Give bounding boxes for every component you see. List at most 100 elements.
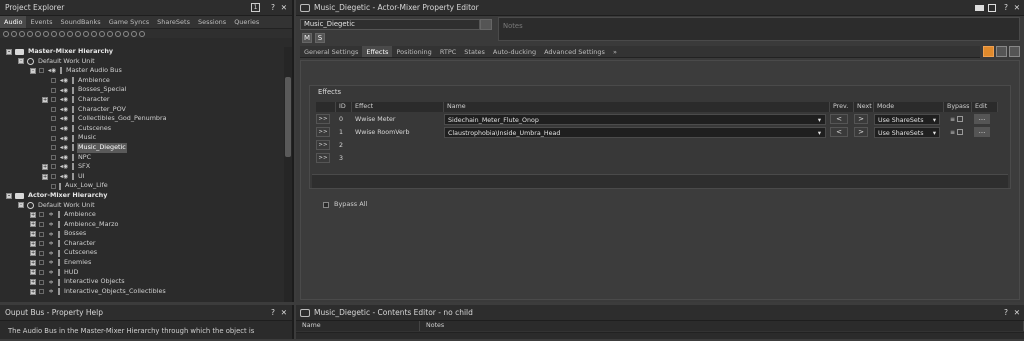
column-next[interactable]: Next: [854, 102, 874, 112]
checkbox[interactable]: [51, 106, 56, 112]
tree-item[interactable]: + ◂◉ UI: [6, 172, 283, 182]
notes-field[interactable]: Notes: [498, 17, 1020, 41]
tree-item[interactable]: - Actor-Mixer Hierarchy: [6, 191, 283, 201]
tree-item[interactable]: + ◂◉ Character: [6, 95, 283, 105]
help-icon[interactable]: ?: [1004, 305, 1008, 321]
tree-item[interactable]: + ≑ Cutscenes: [6, 248, 283, 258]
mode-select[interactable]: Use ShareSets ▾: [874, 126, 940, 138]
next-effect-button[interactable]: >: [854, 114, 868, 124]
expander-icon[interactable]: +: [30, 269, 36, 276]
column-notes[interactable]: Notes: [420, 321, 1024, 331]
checkbox[interactable]: [51, 116, 56, 122]
tab-effects[interactable]: Effects: [362, 46, 393, 57]
history-icon[interactable]: [300, 4, 310, 12]
help-icon[interactable]: ?: [1004, 0, 1008, 16]
tree-item[interactable]: ◂◉ NPC: [6, 153, 283, 163]
workunit-icon[interactable]: [11, 30, 17, 37]
prev-effect-button[interactable]: <: [830, 127, 848, 137]
tree-scrollbar[interactable]: [284, 47, 292, 302]
bypass-checkbox[interactable]: [957, 116, 964, 122]
tree-item[interactable]: + ≑ Ambience: [6, 210, 283, 220]
tree-item[interactable]: ◂◉ Ambience: [6, 76, 283, 86]
bypass-options-icon[interactable]: ≡: [950, 129, 955, 136]
tree-item[interactable]: - ◂◉ Master Audio Bus: [6, 66, 283, 76]
folder-icon[interactable]: [975, 5, 984, 11]
bypass-checkbox[interactable]: [957, 129, 964, 135]
checkbox[interactable]: [51, 183, 56, 189]
expand-effect-button[interactable]: >>: [316, 140, 330, 150]
bank-icon[interactable]: [75, 30, 81, 37]
music-icon[interactable]: [59, 30, 65, 37]
checkbox[interactable]: [39, 289, 44, 295]
tab-auto-ducking[interactable]: Auto-ducking: [489, 46, 540, 57]
switch-icon[interactable]: [83, 30, 89, 37]
checkbox[interactable]: [51, 164, 56, 170]
tree-item[interactable]: - Default Work Unit: [6, 57, 283, 67]
next-effect-button[interactable]: >: [854, 127, 868, 137]
checkbox[interactable]: [39, 231, 44, 237]
checkbox[interactable]: [51, 87, 56, 93]
expander-icon[interactable]: +: [30, 259, 36, 266]
bypass-toggle[interactable]: ≡: [944, 116, 970, 123]
tab-game-syncs[interactable]: Game Syncs: [105, 16, 153, 28]
tree-item[interactable]: + ≑ Interactive Objects: [6, 277, 283, 287]
tree-item[interactable]: + ≑ HUD: [6, 268, 283, 278]
tab-soundbanks[interactable]: SoundBanks: [57, 16, 105, 28]
dropdown-icon[interactable]: ▾: [818, 115, 821, 124]
checkbox[interactable]: [39, 241, 44, 247]
expander-icon[interactable]: +: [30, 221, 36, 228]
tree-item[interactable]: + ≑ Enemies: [6, 258, 283, 268]
layout-columns-icon[interactable]: [996, 46, 1007, 57]
checkbox[interactable]: [51, 126, 56, 132]
tree-item[interactable]: + ≑ Interactive_Objects_Collectibles: [6, 287, 283, 297]
bus-icon[interactable]: [19, 30, 25, 37]
expander-icon[interactable]: +: [30, 231, 36, 238]
query-icon[interactable]: [131, 30, 137, 37]
filter-icon[interactable]: [3, 30, 9, 37]
tab-audio[interactable]: Audio: [0, 16, 27, 28]
bypass-all-checkbox[interactable]: [323, 202, 329, 208]
save-icon[interactable]: [988, 4, 996, 12]
column-effect[interactable]: Effect: [352, 102, 444, 112]
scrollbar-thumb[interactable]: [285, 77, 291, 157]
trigger-icon[interactable]: [107, 30, 113, 37]
expander-icon[interactable]: +: [42, 173, 48, 180]
column-mode[interactable]: Mode: [874, 102, 944, 112]
tab-general-settings[interactable]: General Settings: [300, 46, 362, 57]
tree-item[interactable]: ◂◉ Music_Diegetic: [6, 142, 283, 153]
tree-item[interactable]: - Master-Mixer Hierarchy: [6, 47, 283, 57]
tab-states[interactable]: States: [460, 46, 489, 57]
tab-positioning[interactable]: Positioning: [392, 46, 435, 57]
column-prev[interactable]: Prev.: [830, 102, 854, 112]
bypass-options-icon[interactable]: ≡: [950, 116, 955, 123]
layout-single-icon[interactable]: [983, 46, 994, 57]
attenuation-icon[interactable]: [123, 30, 129, 37]
expander-icon[interactable]: +: [30, 250, 36, 257]
expander-icon[interactable]: -: [6, 192, 12, 199]
tab-advanced-settings[interactable]: Advanced Settings: [540, 46, 609, 57]
tree-item[interactable]: + ≑ Bosses: [6, 229, 283, 239]
effect-icon[interactable]: [115, 30, 121, 37]
close-icon[interactable]: ✕: [281, 0, 287, 16]
search-icon[interactable]: [139, 30, 145, 37]
expander-icon[interactable]: -: [18, 202, 24, 209]
dropdown-icon[interactable]: ▾: [933, 115, 936, 124]
layout-rows-icon[interactable]: [1009, 46, 1020, 57]
help-icon[interactable]: ?: [271, 305, 275, 321]
tab-sharesets[interactable]: ShareSets: [153, 16, 194, 28]
checkbox[interactable]: [39, 250, 44, 256]
pin-icon[interactable]: 1: [251, 3, 260, 12]
checkbox[interactable]: [39, 269, 44, 275]
expander-icon[interactable]: +: [30, 240, 36, 247]
close-icon[interactable]: ✕: [1014, 0, 1020, 16]
help-icon[interactable]: ?: [271, 0, 275, 16]
state-icon[interactable]: [91, 30, 97, 37]
tree-item[interactable]: ◂◉ Bosses_Special: [6, 85, 283, 95]
checkbox[interactable]: [39, 279, 44, 285]
column-name[interactable]: Name: [444, 102, 830, 112]
rtpc-icon[interactable]: [99, 30, 105, 37]
expander-icon[interactable]: -: [18, 58, 24, 65]
history-icon[interactable]: [300, 309, 310, 317]
tab-queries[interactable]: Queries: [230, 16, 263, 28]
tree-item[interactable]: ◂◉ Music: [6, 133, 283, 143]
